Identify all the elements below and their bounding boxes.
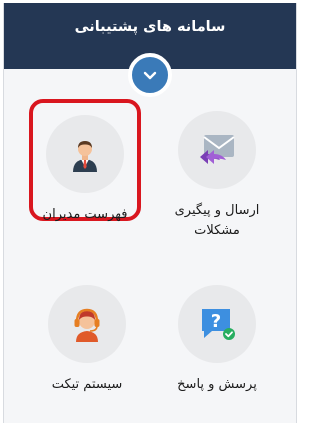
ticket-label: سیستم تیکت	[51, 377, 123, 392]
svg-text:?: ?	[211, 311, 221, 332]
faq-icon-circle: ?	[178, 285, 256, 363]
faq-card[interactable]: ? پرسش و پاسخ	[162, 285, 272, 395]
managers-label: فهرست مدیران	[42, 207, 128, 222]
submit-issues-card[interactable]: ارسال و پیگیری مشکلات	[162, 111, 272, 241]
collapse-toggle-button[interactable]	[128, 53, 172, 97]
support-panel: سامانه های پشتیبانی فهرست مدیران ارسال و…	[3, 3, 297, 423]
faq-label: پرسش و پاسخ	[177, 377, 257, 392]
managers-icon-circle	[46, 115, 124, 193]
support-agent-icon	[74, 308, 100, 342]
manager-avatar-icon	[73, 141, 97, 172]
managers-list-card[interactable]: فهرست مدیران	[29, 99, 141, 222]
issues-label: ارسال و پیگیری مشکلات	[174, 203, 260, 238]
mail-reply-icon	[200, 135, 235, 164]
chevron-down-icon	[143, 71, 157, 80]
ticket-system-card[interactable]: سیستم تیکت	[32, 285, 142, 395]
panel-title: سامانه های پشتیبانی	[74, 19, 226, 35]
issues-icon-circle	[178, 111, 256, 189]
ticket-icon-circle	[48, 285, 126, 363]
question-chat-icon: ?	[202, 309, 235, 340]
